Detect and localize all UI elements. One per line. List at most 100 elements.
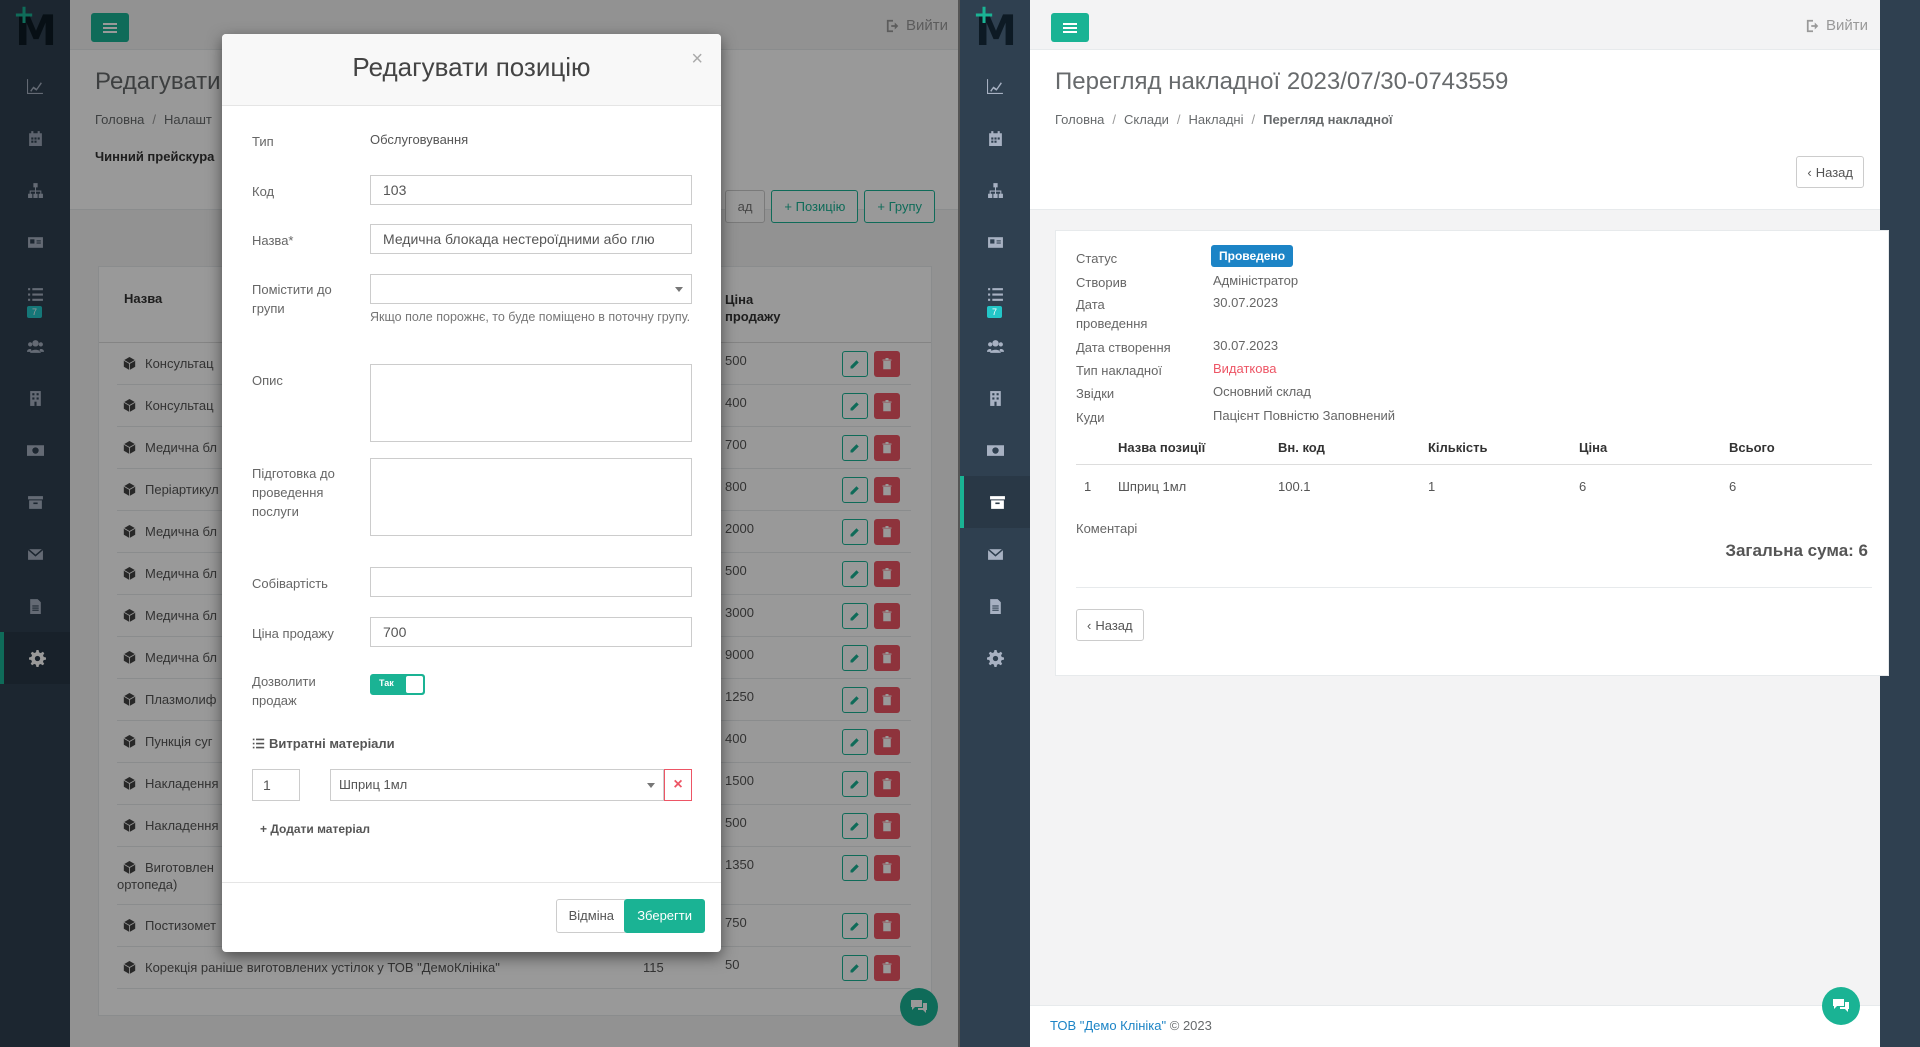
cancel-button[interactable]: Відміна [555, 899, 627, 933]
nav-mail[interactable] [960, 528, 1030, 580]
page-heading: Перегляд накладної 2023/07/30-0743559 Го… [1030, 50, 1880, 210]
nav-documents[interactable] [960, 580, 1030, 632]
topbar: Вийти [1030, 0, 1880, 50]
back-button-bottom[interactable]: ‹ Назад [1076, 609, 1144, 641]
col-total: Всього [1729, 440, 1775, 455]
logout-button[interactable]: Вийти [1806, 17, 1868, 34]
back-label: Назад [1815, 164, 1853, 180]
group-select[interactable] [370, 274, 692, 304]
sitemap-icon [987, 182, 1003, 198]
preparation-label: Підготовка до проведення послуги [252, 466, 335, 519]
invoice-type-value: Видаткова [1213, 361, 1277, 376]
chevron-left-icon: ‹ [1807, 164, 1812, 180]
col-quantity: Кількість [1428, 440, 1488, 455]
save-button[interactable]: Зберегти [624, 899, 705, 933]
archive-icon [989, 495, 1005, 509]
nav-cards[interactable] [960, 216, 1030, 268]
sign-out-icon [1806, 19, 1819, 32]
footer: ТОВ "Демо Клініка" © 2023 [1030, 1005, 1880, 1047]
nav-list[interactable]: 7 [960, 268, 1030, 320]
left-window: M + 7 Вийти Редагувати Головна / Налашт Чин… [0, 0, 960, 1047]
chevron-down-icon [675, 287, 683, 292]
comments-label: Коментарі [1076, 521, 1138, 536]
breadcrumb: Головна / Склади / Накладні / Перегляд накладн… [1055, 112, 1393, 127]
company-link[interactable]: ТОВ "Демо Клініка" [1050, 1018, 1166, 1033]
edit-position-modal: Редагувати позицію × Тип Обслуговування … [222, 34, 721, 952]
name-input[interactable]: Медична блокада нестероїдними або глю [370, 224, 692, 254]
material-quantity-input[interactable]: 1 [252, 769, 300, 801]
row-item-name: Шприц 1мл [1118, 479, 1187, 494]
name-label: Назва* [252, 233, 294, 248]
right-window: M + 7 Вийти Перегляд накладної 2023/07/30… [960, 0, 1920, 1047]
code-input[interactable]: 103 [370, 175, 692, 205]
group-label: Помістити до групи [252, 282, 332, 316]
breadcrumb-invoices[interactable]: Накладні [1189, 112, 1244, 127]
nav-badge: 7 [987, 306, 1003, 318]
row-internal-code: 100.1 [1278, 479, 1311, 494]
nav-warehouse[interactable] [960, 476, 1030, 528]
back-label: Назад [1095, 617, 1133, 633]
logout-label: Вийти [1825, 17, 1868, 34]
divider [1076, 587, 1872, 588]
nav-money[interactable] [960, 424, 1030, 476]
chevron-left-icon: ‹ [1087, 617, 1092, 633]
description-label: Опис [252, 373, 283, 388]
nav-patients[interactable] [960, 320, 1030, 372]
nav-calendar[interactable] [960, 112, 1030, 164]
toggle-knob [406, 676, 423, 693]
description-textarea[interactable] [370, 364, 692, 442]
chat-button[interactable] [1822, 987, 1860, 1025]
col-internal-code: Вн. код [1278, 440, 1325, 455]
breadcrumb-current: Перегляд накладної [1263, 112, 1393, 127]
breadcrumb-warehouses[interactable]: Склади [1124, 112, 1169, 127]
grand-total: Загальна сума: 6 [1725, 541, 1868, 560]
id-card-icon [987, 236, 1003, 248]
envelope-icon [987, 548, 1003, 560]
status-badge: Проведено [1211, 245, 1294, 267]
from-label: Звідки [1076, 386, 1115, 401]
row-total: 6 [1729, 479, 1737, 494]
nav-structure[interactable] [960, 164, 1030, 216]
app-logo[interactable]: M + [960, 0, 1030, 60]
close-icon[interactable]: × [691, 48, 703, 71]
back-button-top[interactable]: ‹ Назад [1796, 156, 1864, 188]
remove-material-button[interactable]: × [664, 769, 692, 801]
modal-header: Редагувати позицію × [222, 34, 721, 106]
type-value: Обслуговування [370, 132, 469, 147]
sale-price-input[interactable]: 700 [370, 617, 692, 647]
to-label: Куди [1076, 410, 1105, 425]
preparation-textarea[interactable] [370, 458, 692, 536]
from-value: Основний склад [1213, 384, 1311, 399]
col-item-name: Назва позиції [1118, 440, 1206, 455]
row-quantity: 1 [1428, 479, 1436, 494]
sale-price-label: Ціна продажу [252, 626, 334, 641]
nav-dashboard[interactable] [960, 60, 1030, 112]
creator-value: Адміністратор [1213, 273, 1299, 288]
allow-sale-toggle[interactable]: Так [370, 674, 425, 695]
col-price: Ціна [1579, 440, 1608, 455]
created-date-value: 30.07.2023 [1213, 338, 1279, 353]
status-label: Статус [1076, 251, 1118, 266]
invoice-type-label: Тип накладної [1076, 363, 1162, 378]
money-icon [986, 444, 1004, 456]
copyright: © 2023 [1169, 1018, 1212, 1033]
add-material-button[interactable]: + Додати матеріал [260, 822, 370, 836]
chevron-down-icon [647, 783, 655, 788]
conduct-date-label: Дата проведення [1076, 297, 1148, 331]
menu-toggle-button[interactable] [1051, 13, 1089, 42]
nav-settings[interactable] [960, 632, 1030, 684]
materials-section-title: Витратні матеріали [252, 736, 395, 751]
material-select[interactable]: Шприц 1мл [330, 769, 664, 801]
breadcrumb-home[interactable]: Головна [1055, 112, 1104, 127]
cost-input[interactable] [370, 567, 692, 597]
nav-building[interactable] [960, 372, 1030, 424]
list-icon [252, 738, 265, 749]
type-label: Тип [252, 134, 274, 149]
file-icon [989, 598, 1001, 614]
modal-title: Редагувати позицію [352, 52, 591, 82]
materials-title: Витратні матеріали [269, 736, 395, 751]
modal-footer: Відміна Зберегти [222, 882, 721, 952]
material-select-value: Шприц 1мл [339, 777, 408, 792]
main-content: Вийти Перегляд накладної 2023/07/30-0743… [1030, 0, 1889, 1047]
list-icon [987, 287, 1003, 301]
